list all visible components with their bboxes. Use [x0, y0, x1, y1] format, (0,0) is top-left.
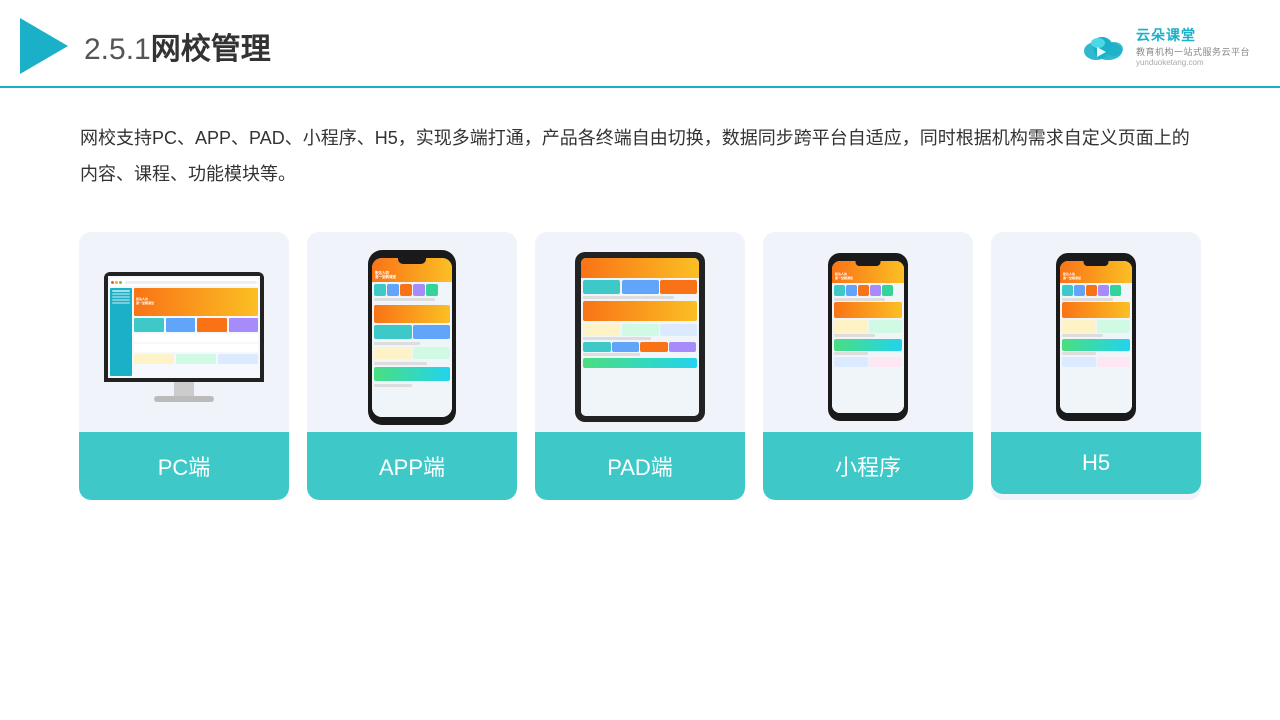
card-h5-label: H5	[991, 432, 1201, 494]
logo-area: 云朵课堂 教育机构一站式服务云平台 yunduoketang.com	[1078, 25, 1250, 67]
card-h5: 职达人的第一堂刷课堂	[991, 232, 1201, 500]
card-h5-image: 职达人的第一堂刷课堂	[991, 232, 1201, 432]
page-title: 2.5.1网校管理	[84, 24, 271, 68]
phone-body	[372, 282, 452, 417]
card-app: 职达人的第一堂刷课堂	[307, 232, 517, 500]
logo-text: 云朵课堂 教育机构一站式服务云平台 yunduoketang.com	[1136, 25, 1250, 67]
logo-icon	[1078, 29, 1128, 64]
card-pc-image: 职达人的第一堂刷课堂	[79, 232, 289, 432]
pc-monitor: 职达人的第一堂刷课堂	[104, 272, 264, 402]
description: 网校支持PC、APP、PAD、小程序、H5，实现多端打通，产品各终端自由切换，数…	[0, 88, 1280, 212]
header: 2.5.1网校管理 云朵课堂 教育机构一站式服务云平台 yunduoketang…	[0, 0, 1280, 88]
monitor-screen: 职达人的第一堂刷课堂	[108, 276, 260, 378]
app-phone: 职达人的第一堂刷课堂	[368, 250, 456, 425]
card-app-image: 职达人的第一堂刷课堂	[307, 232, 517, 432]
h5-phone-screen: 职达人的第一堂刷课堂	[1060, 261, 1132, 413]
header-left: 2.5.1网校管理	[20, 18, 271, 74]
card-miniapp: 职达人的第一堂刷课堂	[763, 232, 973, 500]
pad-tablet	[575, 252, 705, 422]
card-pad-image	[535, 232, 745, 432]
phone-small-screen: 职达人的第一堂刷课堂	[832, 261, 904, 413]
cards-container: 职达人的第一堂刷课堂	[0, 212, 1280, 530]
tablet-body	[581, 278, 699, 416]
tablet-screen	[581, 258, 699, 416]
play-icon	[20, 18, 68, 74]
phone-small-notch	[856, 261, 881, 266]
monitor-frame: 职达人的第一堂刷课堂	[104, 272, 264, 382]
miniapp-phone: 职达人的第一堂刷课堂	[828, 253, 908, 421]
phone-notch	[398, 258, 426, 264]
h5-phone-notch	[1084, 261, 1109, 266]
phone-screen: 职达人的第一堂刷课堂	[372, 258, 452, 417]
card-miniapp-label: 小程序	[763, 432, 973, 500]
description-text: 网校支持PC、APP、PAD、小程序、H5，实现多端打通，产品各终端自由切换，数…	[80, 120, 1200, 192]
h5-phone: 职达人的第一堂刷课堂	[1056, 253, 1136, 421]
card-pad: PAD端	[535, 232, 745, 500]
card-pc-label: PC端	[79, 432, 289, 500]
card-app-label: APP端	[307, 432, 517, 500]
tablet-header	[581, 258, 699, 278]
card-pad-label: PAD端	[535, 432, 745, 500]
card-pc: 职达人的第一堂刷课堂	[79, 232, 289, 500]
card-miniapp-image: 职达人的第一堂刷课堂	[763, 232, 973, 432]
